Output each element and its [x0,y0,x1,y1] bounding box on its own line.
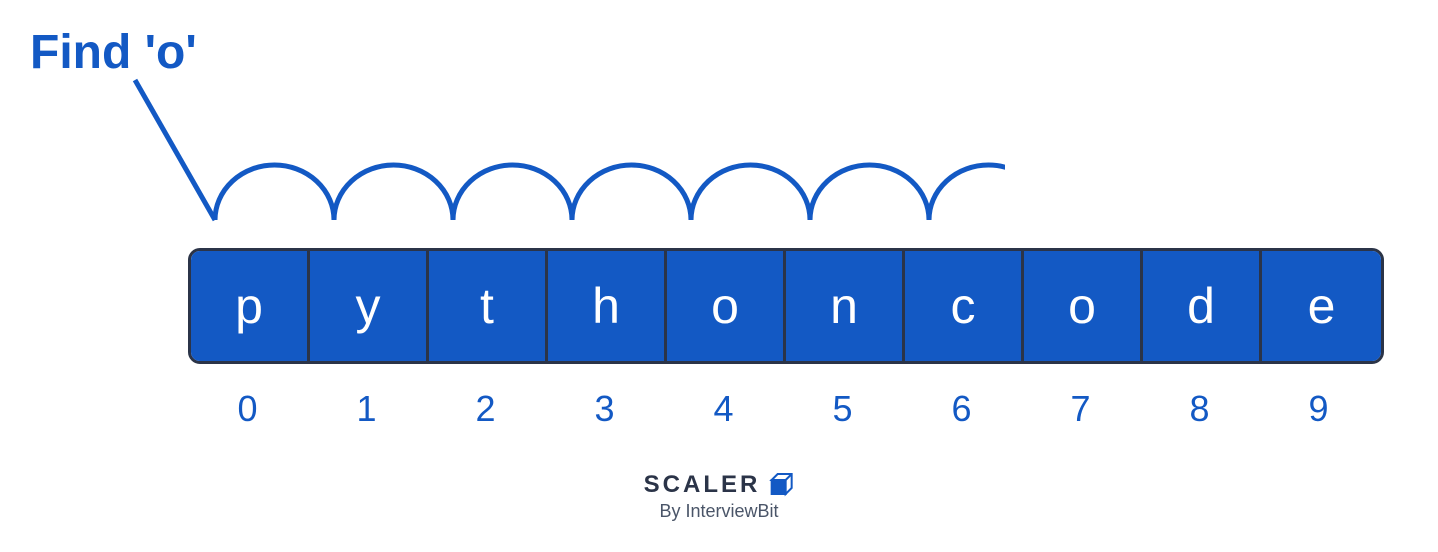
index-label: 4 [664,380,783,430]
index-label: 3 [545,380,664,430]
brand-logo: SCALER [644,471,795,499]
index-label: 0 [188,380,307,430]
array-cell: y [310,251,429,361]
array-cell: o [667,251,786,361]
index-label: 8 [1140,380,1259,430]
index-label: 6 [902,380,1021,430]
array-cell: c [905,251,1024,361]
array-cell: n [786,251,905,361]
array-cell: t [429,251,548,361]
index-label: 2 [426,380,545,430]
index-label: 1 [307,380,426,430]
array-cell: d [1143,251,1262,361]
index-label: 5 [783,380,902,430]
brand-byline: By InterviewBit [644,501,795,522]
array-cell: p [191,251,310,361]
index-row: 0 1 2 3 4 5 6 7 8 9 [188,380,1378,430]
diagram-title: Find 'o' [30,25,197,80]
array-cell: h [548,251,667,361]
array-cell: e [1262,251,1381,361]
index-label: 7 [1021,380,1140,430]
index-label: 9 [1259,380,1378,430]
array-cell: o [1024,251,1143,361]
brand-name: SCALER [644,471,761,499]
footer: SCALER By InterviewBit [644,471,795,522]
cube-icon [768,472,794,498]
traversal-arrows [105,75,1005,255]
character-array: p y t h o n c o d e [188,248,1384,364]
